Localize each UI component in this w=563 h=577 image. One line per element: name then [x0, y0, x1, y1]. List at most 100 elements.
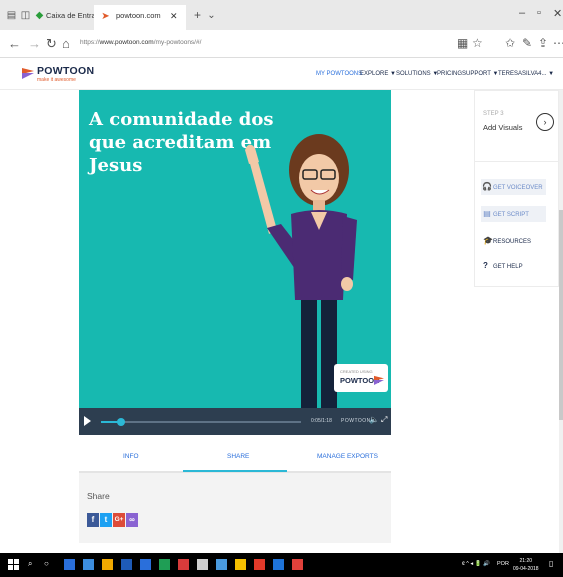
notes-icon[interactable]: ✎	[522, 36, 532, 50]
share-icon[interactable]: ⇪	[538, 36, 548, 50]
mail-taskbar-icon[interactable]	[121, 559, 132, 570]
share-panel: Share f t G+ ∞	[79, 473, 391, 543]
volume-icon[interactable]: 🔈	[369, 415, 379, 424]
tab-info[interactable]: INFO	[123, 453, 139, 460]
app-blue-taskbar-icon[interactable]	[216, 559, 227, 570]
store-taskbar-icon[interactable]	[197, 559, 208, 570]
tab-manage-exports[interactable]: MANAGE EXPORTS	[317, 453, 378, 460]
fullscreen-icon[interactable]: ⤢	[381, 415, 387, 425]
tab-close-icon[interactable]: ✕	[170, 8, 178, 24]
resources-label: RESOURCES	[493, 239, 532, 245]
scrollbar-thumb[interactable]	[559, 210, 563, 420]
maximize-icon[interactable]: ▫	[537, 7, 541, 19]
facebook-share-button[interactable]: f	[87, 513, 99, 527]
google-plus-share-button[interactable]: G+	[113, 513, 125, 527]
favorite-star-icon[interactable]: ☆	[472, 36, 483, 50]
home-icon[interactable]: ⌂	[62, 36, 70, 51]
seek-bar[interactable]	[101, 418, 301, 426]
link-icon: ∞	[129, 515, 135, 524]
menu-user[interactable]: TERESASILVA4... ▼	[498, 71, 554, 77]
script-icon: ▤	[483, 209, 491, 218]
windows-start-icon[interactable]	[8, 559, 19, 570]
taskbar-clock[interactable]: 21:20 09-04-2018	[513, 557, 539, 573]
twitter-share-button[interactable]: t	[100, 513, 112, 527]
resources-link[interactable]: 🎓RESOURCES	[483, 236, 531, 245]
get-script-label: GET SCRIPT	[493, 212, 529, 218]
tab-label: powtoon.com	[116, 11, 161, 20]
reading-view-icon[interactable]: ▦	[457, 36, 468, 50]
app-orange-taskbar-icon[interactable]	[292, 559, 303, 570]
menu-solutions[interactable]: SOLUTIONS ▼	[396, 71, 438, 77]
created-using-powtoon-badge: CREATED USING POWTOON	[334, 364, 388, 392]
system-tray-icons[interactable]: ዩ ^ ◂ 🔋 🔊	[462, 561, 490, 568]
get-script-button[interactable]: ▤ GET SCRIPT	[481, 206, 546, 222]
explorer-taskbar-icon[interactable]	[102, 559, 113, 570]
url-field[interactable]: https://www.powtoon.com/my-powtoons/#/	[80, 39, 201, 46]
video-controls: 0:05/1:18 POWTOON 🔈 ⤢	[79, 408, 391, 435]
language-indicator[interactable]: POR	[497, 561, 509, 567]
seek-handle[interactable]	[117, 418, 125, 426]
more-icon[interactable]: ⋯	[553, 36, 563, 50]
stamp-top-text: CREATED USING	[340, 369, 373, 374]
resources-icon: 🎓	[483, 236, 493, 245]
active-tab-indicator	[183, 470, 287, 472]
url-path: /my-powtoons/#/	[153, 39, 202, 46]
question-icon: ?	[483, 261, 488, 270]
chrome-taskbar-icon[interactable]	[235, 559, 246, 570]
search-icon[interactable]: ⌕	[28, 559, 32, 569]
powtoon-logo-icon	[22, 68, 34, 79]
excel-taskbar-icon[interactable]	[159, 559, 170, 570]
browser-tab-bar: ▤ ◫ ◆ Caixa de Entrada ➤ powtoon.com ✕ +…	[0, 0, 563, 30]
tab-share[interactable]: SHARE	[227, 453, 249, 460]
tab-list-icon[interactable]: ⌄	[206, 10, 217, 21]
app-red-taskbar-icon[interactable]	[178, 559, 189, 570]
forward-icon[interactable]: →	[28, 36, 41, 51]
play-icon[interactable]	[84, 416, 91, 426]
menu-my-powtoons[interactable]: MY POWTOONS	[316, 71, 362, 77]
stamp-logo-icon	[374, 375, 384, 385]
next-step-button[interactable]: ›	[536, 113, 554, 131]
mail-favicon-icon: ◆	[35, 10, 44, 21]
menu-pricing[interactable]: PRICING	[437, 71, 462, 77]
cortana-icon[interactable]: ○	[44, 559, 49, 568]
logo-text: POWTOON	[37, 65, 95, 77]
video-tabs: INFO SHARE MANAGE EXPORTS	[79, 445, 391, 473]
edge-taskbar-icon[interactable]	[64, 559, 75, 570]
sidebar-divider	[475, 161, 560, 162]
step-title: Add Visuals	[483, 123, 523, 132]
close-window-icon[interactable]: ✕	[553, 7, 562, 20]
twitter-icon: t	[104, 515, 108, 524]
get-voiceover-button[interactable]: 🎧GET VOICEOVER	[481, 179, 546, 195]
minimize-icon[interactable]: –	[519, 7, 525, 19]
get-help-link[interactable]: ? GET HELP	[483, 261, 523, 270]
url-prefix: https://	[80, 39, 100, 46]
back-icon[interactable]: ←	[8, 36, 21, 51]
favorites-hub-icon[interactable]: ✩	[505, 36, 515, 50]
share-label: Share	[87, 491, 110, 501]
word-taskbar-icon[interactable]	[83, 559, 94, 570]
facebook-icon: f	[91, 515, 95, 524]
back-tabs-icon[interactable]: ◫	[20, 10, 31, 21]
tab-actions-icon[interactable]: ▤	[6, 10, 17, 21]
windows-taskbar: ⌕ ○ ዩ ^ ◂ 🔋 🔊 POR 21:20 09-04-2018 ▯	[0, 553, 563, 577]
browser-taskbar-icon[interactable]	[140, 559, 151, 570]
video-player[interactable]: A comunidade dos que acreditam em Jesus …	[79, 90, 391, 435]
google-plus-icon: G+	[114, 516, 124, 523]
menu-explore[interactable]: EXPLORE ▼	[360, 71, 396, 77]
new-tab-icon[interactable]: +	[192, 9, 203, 21]
get-voiceover-label: GET VOICEOVER	[493, 185, 543, 191]
steps-sidebar: STEP 3 Add Visuals › 🎧GET VOICEOVER ▤ GET…	[474, 90, 560, 287]
logo-tagline: make it awesome	[37, 77, 76, 83]
tab-powtoon[interactable]: ➤ powtoon.com ✕	[94, 5, 186, 30]
step-label: STEP 3	[483, 111, 504, 117]
copy-link-button[interactable]: ∞	[126, 513, 138, 527]
time-display: 0:05/1:18	[311, 418, 332, 424]
powtoon-favicon-icon: ➤	[101, 11, 110, 22]
page-scrollbar[interactable]	[559, 90, 563, 553]
notifications-icon[interactable]: ▯	[549, 559, 553, 568]
skype-taskbar-icon[interactable]	[273, 559, 284, 570]
site-header: POWTOON make it awesome MY POWTOONS EXPL…	[0, 58, 563, 90]
refresh-icon[interactable]: ↻	[46, 36, 57, 52]
pdf-taskbar-icon[interactable]	[254, 559, 265, 570]
menu-support[interactable]: SUPPORT ▼	[462, 71, 498, 77]
